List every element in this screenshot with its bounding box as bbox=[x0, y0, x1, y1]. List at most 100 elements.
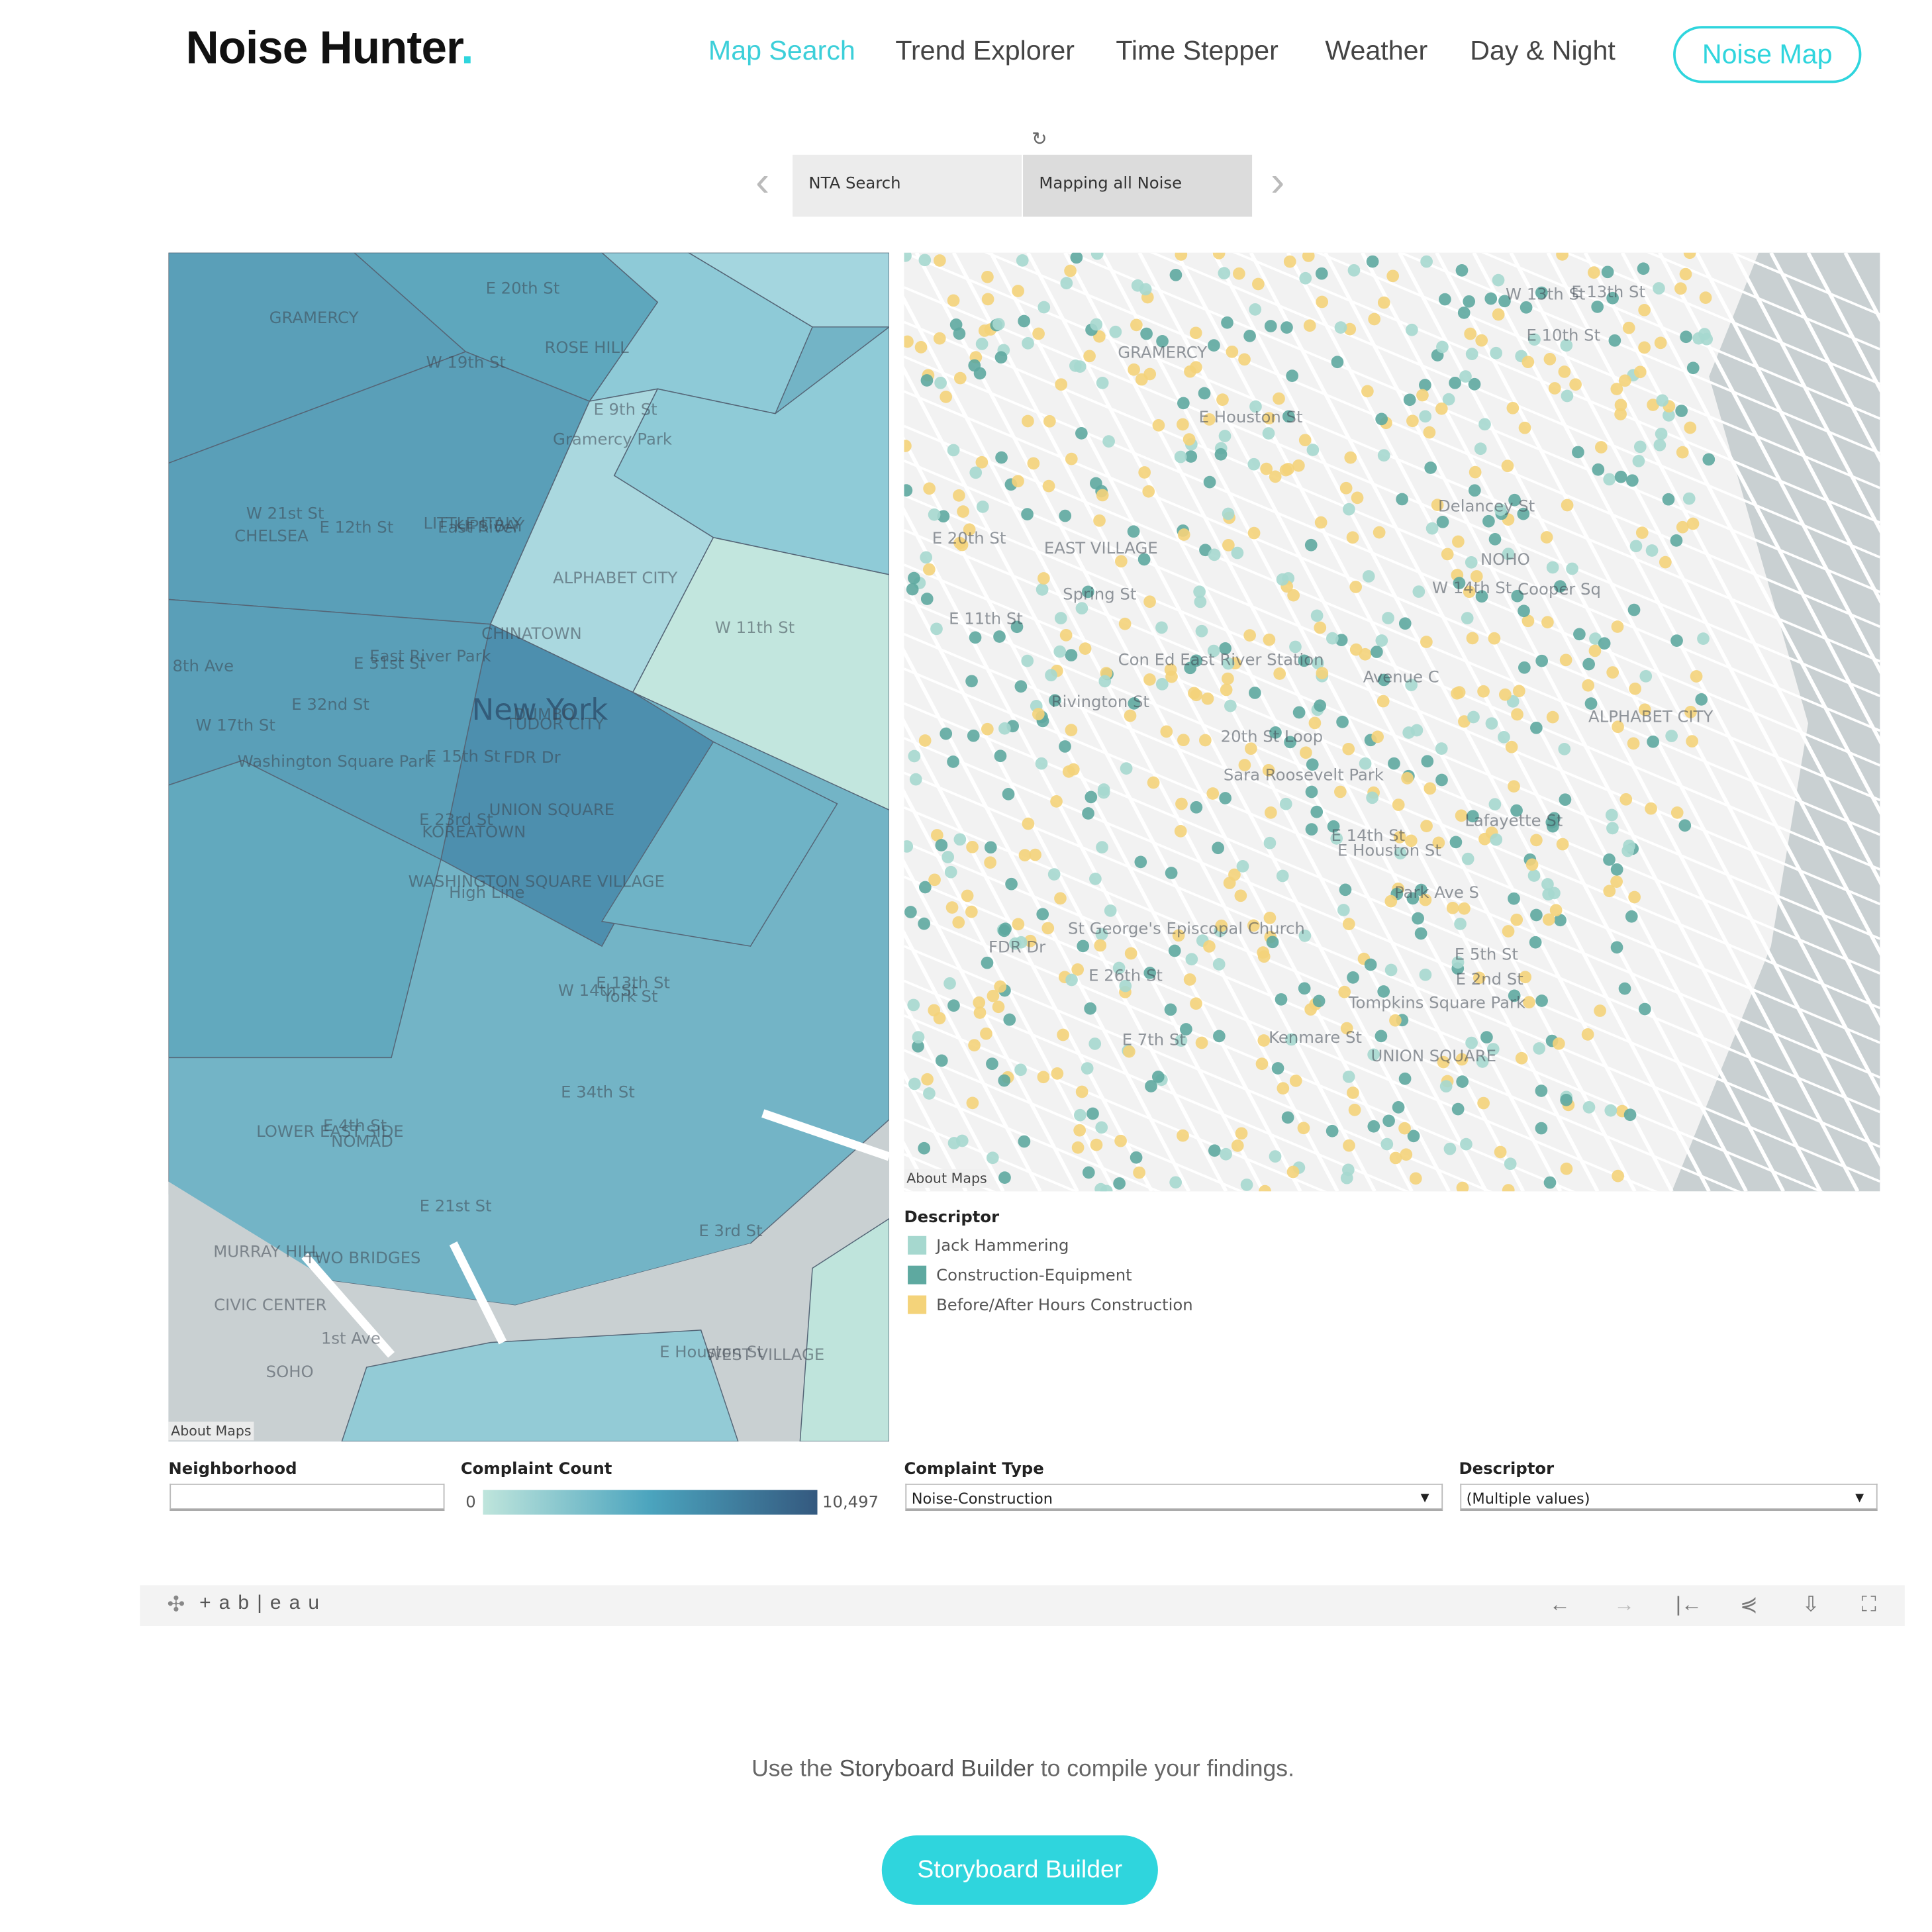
dot-before-after-hours[interactable] bbox=[1222, 672, 1234, 685]
dot-jack-hammering[interactable] bbox=[1425, 522, 1439, 535]
dot-jack-hammering[interactable] bbox=[1561, 389, 1574, 403]
dot-jack-hammering[interactable] bbox=[1342, 1070, 1355, 1083]
dot-before-after-hours[interactable] bbox=[1094, 939, 1107, 952]
dot-jack-hammering[interactable] bbox=[1366, 791, 1378, 804]
about-maps-link[interactable]: About Maps bbox=[168, 1422, 254, 1441]
dot-before-after-hours[interactable] bbox=[1477, 1096, 1490, 1110]
nav-time-stepper[interactable]: Time Stepper bbox=[1116, 34, 1279, 67]
dot-jack-hammering[interactable] bbox=[1465, 556, 1478, 569]
dot-before-after-hours[interactable] bbox=[1558, 365, 1571, 378]
dot-jack-hammering[interactable] bbox=[944, 865, 957, 879]
dot-before-after-hours[interactable] bbox=[1247, 526, 1261, 540]
dot-before-after-hours[interactable] bbox=[1138, 466, 1151, 479]
dot-construction-equipment[interactable] bbox=[1572, 446, 1584, 459]
dot-construction-equipment[interactable] bbox=[1203, 475, 1216, 489]
dot-construction-equipment[interactable] bbox=[1424, 461, 1437, 474]
dot-jack-hammering[interactable] bbox=[942, 851, 955, 863]
dot-construction-equipment[interactable] bbox=[1249, 687, 1261, 699]
dot-before-after-hours[interactable] bbox=[1556, 838, 1569, 851]
dot-before-after-hours[interactable] bbox=[1083, 350, 1096, 363]
dot-jack-hammering[interactable] bbox=[1174, 450, 1187, 463]
dot-before-after-hours[interactable] bbox=[1594, 441, 1608, 454]
dot-construction-equipment[interactable] bbox=[1021, 508, 1034, 520]
dot-construction-equipment[interactable] bbox=[1134, 855, 1147, 869]
revert-icon[interactable]: |← bbox=[1676, 1592, 1702, 1617]
dot-before-after-hours[interactable] bbox=[1231, 1139, 1244, 1152]
dot-before-after-hours[interactable] bbox=[1553, 1037, 1565, 1050]
dot-jack-hammering[interactable] bbox=[1406, 323, 1418, 336]
dot-before-after-hours[interactable] bbox=[966, 1096, 979, 1110]
dot-before-after-hours[interactable] bbox=[1283, 255, 1296, 268]
dot-before-after-hours[interactable] bbox=[1177, 734, 1190, 747]
noise-map-button[interactable]: Noise Map bbox=[1673, 26, 1862, 83]
dot-before-after-hours[interactable] bbox=[1220, 683, 1233, 697]
dot-before-after-hours[interactable] bbox=[1515, 1051, 1528, 1065]
dot-jack-hammering[interactable] bbox=[1104, 904, 1117, 917]
dot-construction-equipment[interactable] bbox=[1608, 334, 1621, 347]
dot-construction-equipment[interactable] bbox=[1449, 836, 1463, 849]
dot-before-after-hours[interactable] bbox=[1277, 1082, 1290, 1095]
dot-jack-hammering[interactable] bbox=[923, 1087, 936, 1100]
dot-before-after-hours[interactable] bbox=[1264, 806, 1277, 819]
dot-construction-equipment[interactable] bbox=[908, 571, 920, 585]
dot-before-after-hours[interactable] bbox=[1638, 303, 1651, 316]
dot-before-after-hours[interactable] bbox=[1292, 459, 1305, 472]
dot-construction-equipment[interactable] bbox=[1286, 369, 1298, 382]
tableau-brand[interactable]: + a b | e a u bbox=[199, 1592, 320, 1615]
dot-construction-equipment[interactable] bbox=[1623, 1108, 1637, 1122]
dot-before-after-hours[interactable] bbox=[1287, 589, 1300, 602]
tab-nta-search[interactable]: NTA Search bbox=[793, 154, 1022, 217]
dot-before-after-hours[interactable] bbox=[961, 889, 974, 902]
dot-before-after-hours[interactable] bbox=[1518, 421, 1531, 434]
dot-before-after-hours[interactable] bbox=[1238, 353, 1251, 366]
dot-before-after-hours[interactable] bbox=[1521, 356, 1535, 369]
dot-construction-equipment[interactable] bbox=[1508, 892, 1520, 905]
dot-before-after-hours[interactable] bbox=[1401, 771, 1414, 785]
dot-construction-equipment[interactable] bbox=[1366, 255, 1379, 268]
dot-jack-hammering[interactable] bbox=[1218, 430, 1232, 442]
dot-construction-equipment[interactable] bbox=[906, 583, 919, 596]
dot-before-after-hours[interactable] bbox=[1610, 875, 1623, 888]
dot-before-after-hours[interactable] bbox=[1027, 457, 1040, 470]
dot-jack-hammering[interactable] bbox=[1224, 699, 1237, 712]
dot-before-after-hours[interactable] bbox=[952, 916, 965, 929]
dot-construction-equipment[interactable] bbox=[1529, 936, 1542, 949]
dot-jack-hammering[interactable] bbox=[1362, 570, 1375, 583]
dot-jack-hammering[interactable] bbox=[1498, 731, 1510, 744]
dot-before-after-hours[interactable] bbox=[1541, 616, 1554, 629]
dot-before-after-hours[interactable] bbox=[1297, 1122, 1310, 1135]
dot-before-after-hours[interactable] bbox=[981, 293, 994, 306]
dot-construction-equipment[interactable] bbox=[1002, 788, 1015, 800]
dot-before-after-hours[interactable] bbox=[1441, 548, 1454, 561]
dot-before-after-hours[interactable] bbox=[1308, 716, 1322, 730]
dot-before-after-hours[interactable] bbox=[1386, 269, 1400, 283]
dot-jack-hammering[interactable] bbox=[1461, 852, 1474, 865]
dot-before-after-hours[interactable] bbox=[978, 324, 991, 337]
dot-jack-hammering[interactable] bbox=[1016, 254, 1029, 267]
dot-construction-equipment[interactable] bbox=[986, 1057, 998, 1071]
dot-before-after-hours[interactable] bbox=[1059, 628, 1073, 642]
dot-jack-hammering[interactable] bbox=[1467, 710, 1480, 724]
dot-before-after-hours[interactable] bbox=[1458, 902, 1471, 915]
dot-jack-hammering[interactable] bbox=[1419, 968, 1432, 981]
dot-before-after-hours[interactable] bbox=[1494, 1145, 1507, 1159]
dot-construction-equipment[interactable] bbox=[1275, 993, 1288, 1006]
dot-construction-equipment[interactable] bbox=[935, 1054, 948, 1067]
dot-jack-hammering[interactable] bbox=[953, 833, 967, 846]
dot-before-after-hours[interactable] bbox=[1333, 785, 1347, 798]
dot-construction-equipment[interactable] bbox=[1298, 982, 1311, 995]
dot-before-after-hours[interactable] bbox=[1029, 848, 1041, 861]
dot-construction-equipment[interactable] bbox=[1603, 853, 1616, 866]
nav-day-night[interactable]: Day & Night bbox=[1470, 34, 1616, 67]
dot-construction-equipment[interactable] bbox=[1208, 339, 1220, 352]
dot-before-after-hours[interactable] bbox=[965, 905, 978, 918]
dot-construction-equipment[interactable] bbox=[1560, 1094, 1572, 1106]
dot-jack-hammering[interactable] bbox=[1629, 540, 1643, 553]
dot-jack-hammering[interactable] bbox=[1337, 904, 1350, 916]
dot-before-after-hours[interactable] bbox=[1501, 459, 1514, 473]
download-icon[interactable]: ⇩ bbox=[1802, 1592, 1820, 1617]
nav-trend-explorer[interactable]: Trend Explorer bbox=[895, 34, 1075, 67]
dot-before-after-hours[interactable] bbox=[918, 734, 932, 747]
dot-construction-equipment[interactable] bbox=[1543, 1176, 1557, 1189]
dot-construction-equipment[interactable] bbox=[1018, 1135, 1031, 1148]
